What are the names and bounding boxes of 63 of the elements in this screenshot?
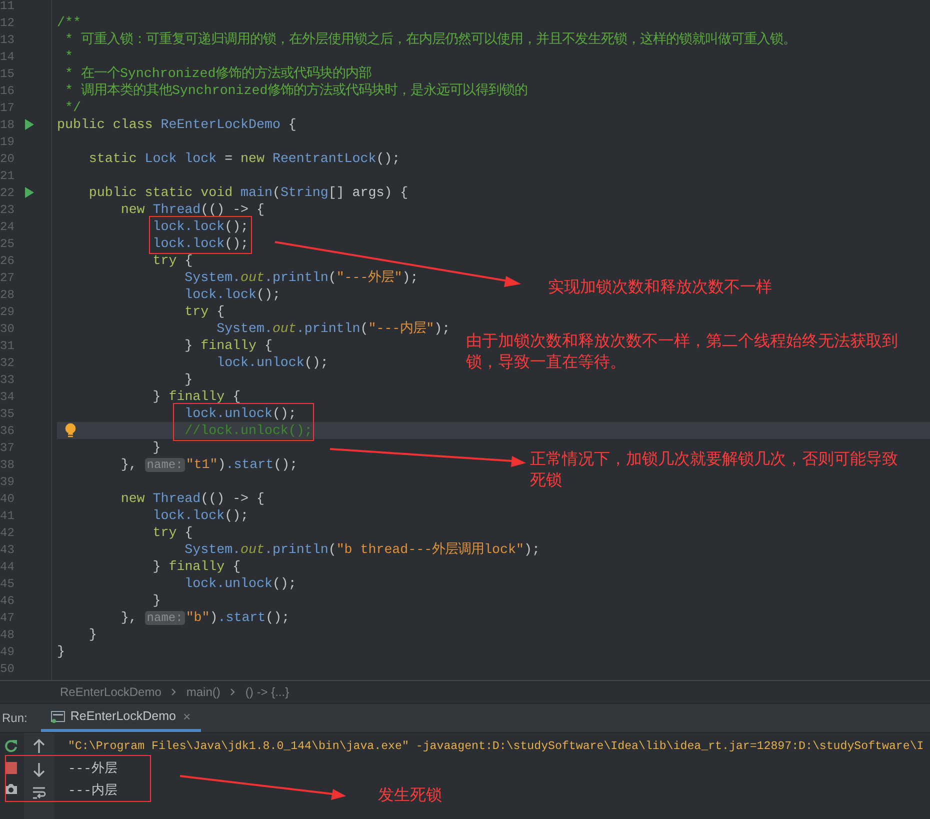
code-line: */	[64, 99, 81, 116]
console-output-line: ---外层	[68, 760, 118, 778]
code-line: System.out.println("b thread---外层调用lock");	[184, 541, 540, 558]
code-line: lock.unlock();	[184, 575, 296, 592]
code-line: } finally {	[184, 337, 272, 354]
parameter-hint: name:	[144, 458, 185, 472]
soft-wrap-icon[interactable]	[32, 787, 46, 799]
run-icon[interactable]	[25, 187, 34, 198]
run-tab[interactable]: ReEnterLockDemo ×	[41, 704, 201, 732]
run-label: Run:	[2, 710, 28, 727]
console-command-line: "C:\Program Files\Java\jdk1.8.0_144\bin\java.exe" -javaagent:D:\studySoftware\Idea\lib\idea_rt.jar=12897:D:\studySoftware\I	[68, 739, 924, 756]
code-line: static Lock lock = new ReentrantLock();	[88, 150, 400, 167]
annotation-note: 实现加锁次数和释放次数不一样	[548, 278, 773, 298]
code-line: public static void main(String[] args) {	[88, 184, 408, 201]
code-line: }	[88, 626, 97, 643]
code-line: lock.lock();	[184, 286, 280, 303]
arrow-down-icon[interactable]	[33, 763, 45, 777]
chevron-right-icon	[171, 688, 176, 696]
code-line: },	[120, 609, 138, 626]
annotation-note: 发生死锁	[378, 786, 443, 806]
code-line: } finally {	[152, 558, 241, 575]
code-line: lock.unlock();	[184, 405, 296, 422]
code-line: } finally {	[152, 388, 241, 405]
breadcrumb-item[interactable]: () -> {...}	[245, 683, 290, 701]
arrow-up-icon[interactable]	[33, 739, 45, 753]
code-line: try {	[184, 303, 225, 320]
code-line: "t1").start();	[186, 456, 298, 473]
code-line: "b").start();	[186, 609, 290, 626]
code-line: *	[64, 48, 73, 65]
breadcrumb-item[interactable]: main()	[186, 683, 220, 701]
code-line: //lock.unlock();	[184, 422, 312, 439]
code-line: lock.unlock();	[216, 354, 328, 371]
code-line: * 调用本类的其他Synchronized修饰的方法或代码块时，是永远可以得到锁的	[64, 82, 528, 99]
code-line: lock.lock();	[152, 235, 249, 252]
code-line: * 可重入锁：可重复可递归调用的锁，在外层使用锁之后，在内层仍然可以使用，并且不发生死锁，这样的锁就叫做可重入锁。	[64, 31, 796, 48]
code-line: public class ReEnterLockDemo {	[57, 116, 296, 133]
code-line: }	[57, 643, 65, 660]
code-line: },	[120, 456, 138, 473]
annotation-note: 正常情况下，加锁几次就要解锁几次，否则可能导致死锁	[530, 450, 899, 491]
code-line: new Thread(() -> {	[120, 490, 264, 507]
rerun-icon[interactable]	[4, 739, 18, 753]
code-line: /**	[57, 14, 81, 31]
code-line: new Thread(() -> {	[120, 201, 264, 218]
code-line: System.out.println("---内层");	[216, 320, 450, 337]
parameter-hint: name:	[144, 610, 185, 624]
code-line: try {	[152, 252, 193, 269]
camera-icon[interactable]	[4, 783, 18, 795]
breadcrumb-item[interactable]: ReEnterLockDemo	[60, 683, 162, 701]
code-line: }	[184, 371, 193, 388]
lightbulb-icon[interactable]	[65, 423, 76, 438]
console-output-line: ---内层	[68, 782, 118, 800]
code-line: lock.lock();	[152, 218, 249, 235]
run-icon[interactable]	[25, 119, 34, 130]
console-icon	[51, 710, 66, 722]
chevron-right-icon	[230, 688, 236, 696]
close-tab-button[interactable]: ×	[182, 706, 191, 726]
annotation-note: 由于加锁次数和释放次数不一样，第二个线程始终无法获取到锁，导致一直在等待。	[466, 332, 899, 373]
code-line: lock.lock();	[152, 507, 249, 524]
code-line: * 在一个Synchronized修饰的方法或代码块的内部	[64, 65, 372, 82]
code-line: }	[152, 439, 161, 456]
code-line: System.out.println("---外层");	[184, 269, 418, 286]
code-line: }	[152, 592, 161, 609]
code-line: try {	[152, 524, 193, 541]
